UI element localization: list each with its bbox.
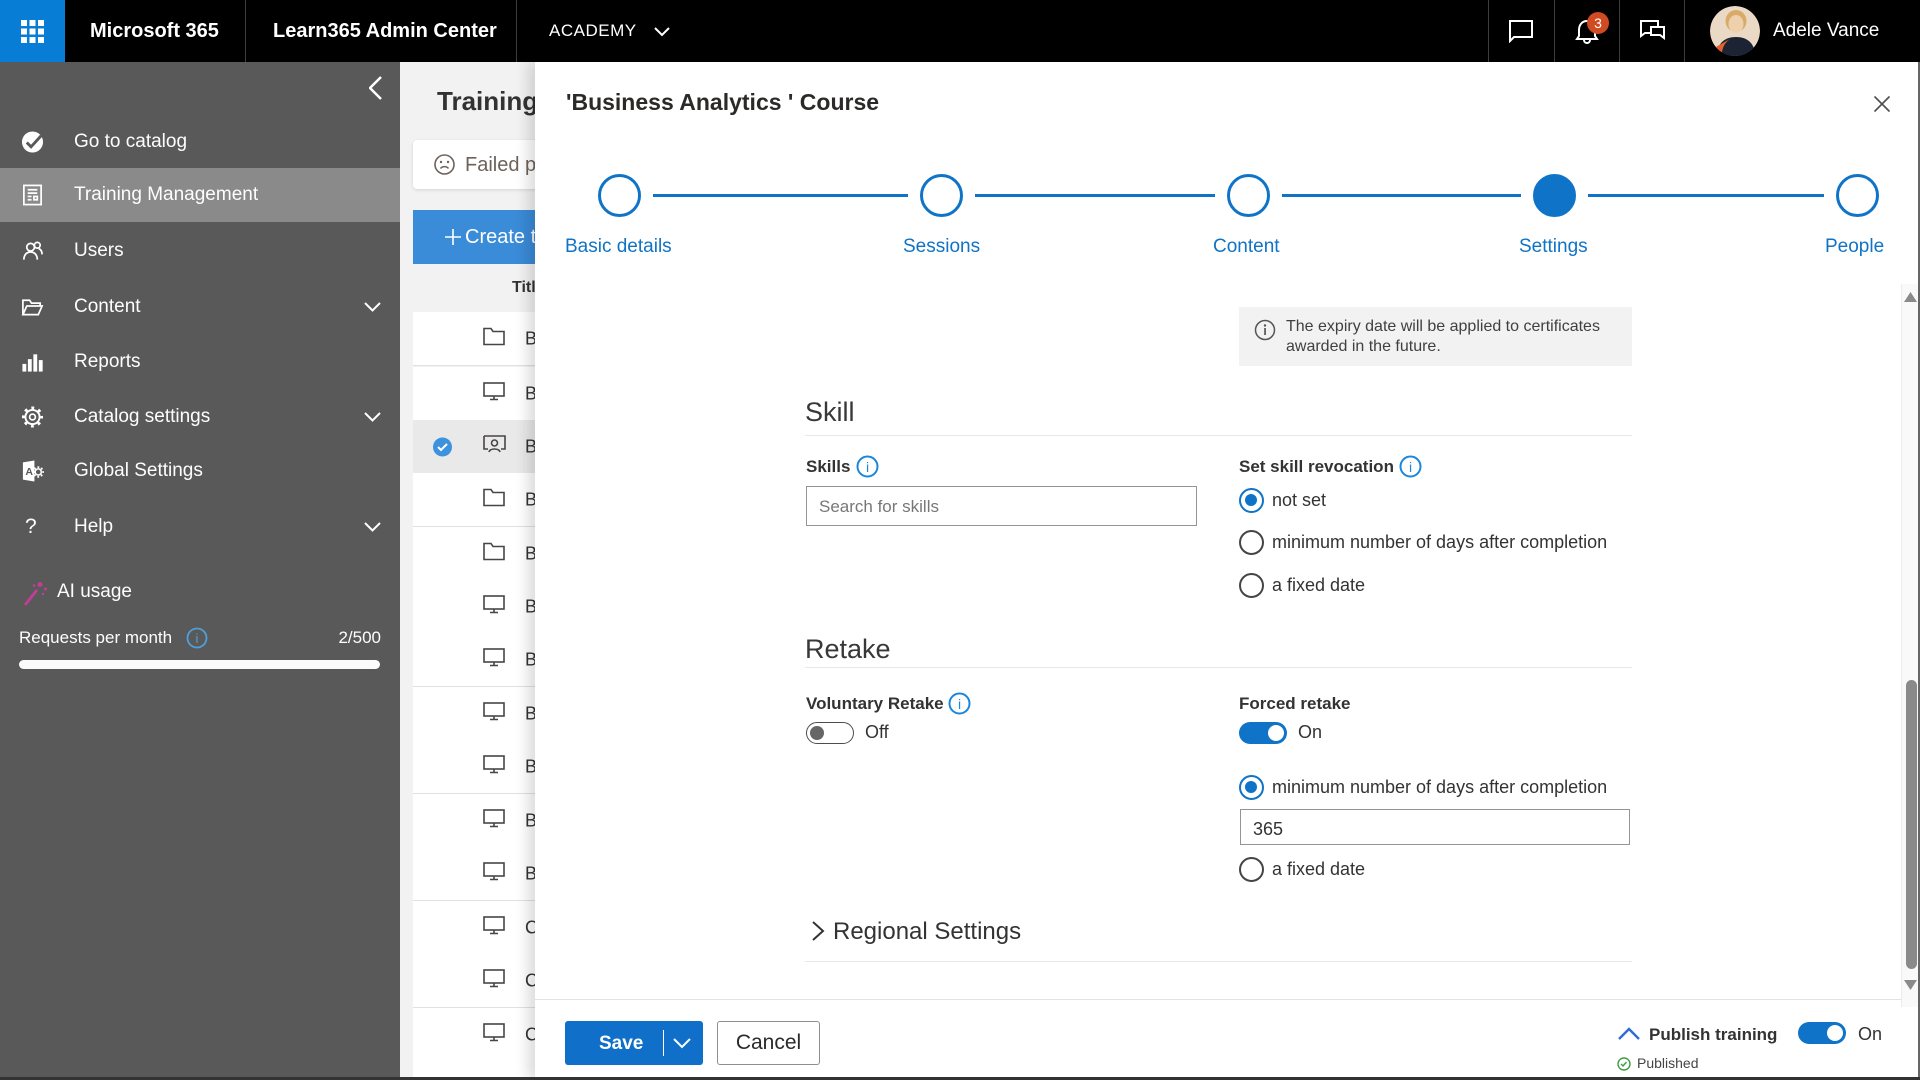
svg-text:i: i (196, 631, 199, 646)
svg-text:i: i (866, 459, 869, 475)
svg-text:A: A (25, 465, 33, 477)
svg-text:i: i (1409, 459, 1412, 475)
svg-text:i: i (958, 696, 961, 712)
